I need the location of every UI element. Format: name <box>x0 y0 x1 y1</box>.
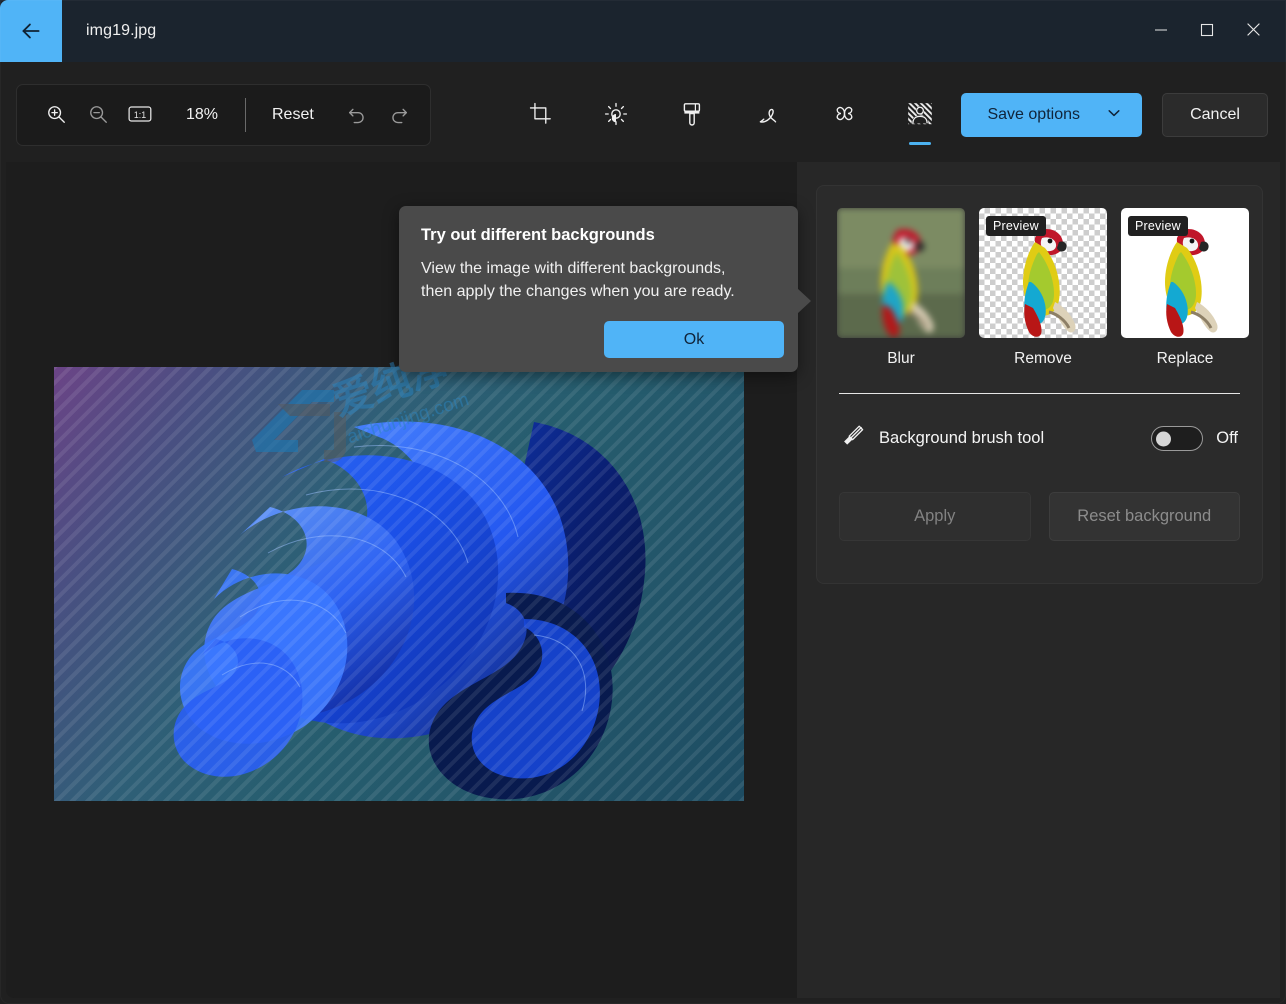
window-controls <box>1138 0 1286 62</box>
blurred-parrot-image <box>837 208 965 338</box>
toolbar: 1:1 18% Reset <box>0 62 1286 162</box>
callout-ok-button[interactable]: Ok <box>604 321 784 358</box>
titlebar: img19.jpg <box>0 0 1286 62</box>
chevron-down-icon <box>1106 105 1122 126</box>
erase-objects-icon <box>833 102 856 128</box>
tool-selected-indicator <box>909 142 931 145</box>
apply-button[interactable]: Apply <box>839 492 1031 541</box>
zoom-out-icon <box>87 103 109 128</box>
reset-zoom-button[interactable]: Reset <box>258 98 328 132</box>
zoom-in-icon <box>45 103 67 128</box>
toggle-state-label: Off <box>1216 429 1238 448</box>
undo-button[interactable] <box>336 94 378 136</box>
thumbnail-remove: Preview <box>979 208 1107 338</box>
zoom-out-button[interactable] <box>77 94 119 136</box>
window-title: img19.jpg <box>62 0 1138 62</box>
background-option-remove[interactable]: Preview Remove <box>979 208 1107 368</box>
undo-icon <box>346 103 368 128</box>
toolbar-actions: Save options Cancel <box>961 84 1268 146</box>
maximize-button[interactable] <box>1184 0 1230 62</box>
background-option-label: Replace <box>1157 350 1214 368</box>
background-person-icon <box>907 102 933 129</box>
tool-background[interactable] <box>898 91 942 139</box>
thumbnail-replace: Preview <box>1121 208 1249 338</box>
callout-title: Try out different backgrounds <box>421 226 776 245</box>
background-option-label: Remove <box>1014 350 1072 368</box>
background-panel: Blur <box>797 162 1280 998</box>
maximize-icon <box>1200 23 1214 40</box>
minimize-icon <box>1154 23 1168 40</box>
save-options-label: Save options <box>987 106 1080 124</box>
back-arrow-icon <box>18 18 44 44</box>
zoom-level-value: 18% <box>181 106 223 124</box>
redo-button[interactable] <box>378 94 420 136</box>
save-options-button[interactable]: Save options <box>961 93 1142 137</box>
background-option-blur[interactable]: Blur <box>837 208 965 368</box>
background-option-label: Blur <box>887 350 915 368</box>
panel-divider <box>839 393 1240 394</box>
actual-size-button[interactable]: 1:1 <box>119 94 161 136</box>
tool-markup[interactable] <box>670 91 714 139</box>
teaching-callout: Try out different backgrounds View the i… <box>399 206 798 372</box>
pen-icon <box>756 102 780 129</box>
background-options-list: Blur <box>837 208 1242 368</box>
zoom-in-button[interactable] <box>35 94 77 136</box>
tool-erase[interactable] <box>822 91 866 139</box>
background-brush-toggle[interactable] <box>1151 426 1203 451</box>
svg-text:1:1: 1:1 <box>134 109 146 119</box>
thumbnail-blur <box>837 208 965 338</box>
preview-badge: Preview <box>986 216 1046 236</box>
panel-action-buttons: Apply Reset background <box>837 492 1242 541</box>
toolbar-divider <box>245 98 246 132</box>
close-button[interactable] <box>1230 0 1276 62</box>
tool-pen[interactable] <box>746 91 790 139</box>
callout-body: View the image with different background… <box>421 257 761 303</box>
bloom-artwork <box>54 367 744 801</box>
crop-icon <box>529 102 552 128</box>
background-panel-card: Blur <box>816 185 1263 584</box>
toggle-knob <box>1156 431 1171 446</box>
reset-background-button[interactable]: Reset background <box>1049 492 1241 541</box>
tool-crop[interactable] <box>518 91 562 139</box>
close-icon <box>1246 22 1261 40</box>
background-brush-row: Background brush tool Off <box>837 424 1242 453</box>
cancel-button[interactable]: Cancel <box>1162 93 1268 137</box>
brightness-icon <box>604 102 628 129</box>
zoom-controls-group: 1:1 18% Reset <box>16 84 431 146</box>
back-button[interactable] <box>0 0 62 62</box>
tool-adjustment[interactable] <box>594 91 638 139</box>
image-editor-window: img19.jpg <box>0 0 1286 1004</box>
background-option-replace[interactable]: Preview Replace <box>1121 208 1249 368</box>
minimize-button[interactable] <box>1138 0 1184 62</box>
one-to-one-icon: 1:1 <box>128 104 152 127</box>
background-brush-label: Background brush tool <box>879 429 1151 448</box>
paintbrush-small-icon <box>841 424 865 453</box>
preview-badge: Preview <box>1128 216 1188 236</box>
redo-icon <box>388 103 410 128</box>
paintbrush-icon <box>681 102 703 129</box>
edit-tools-group <box>518 84 942 146</box>
edited-image <box>54 367 744 801</box>
